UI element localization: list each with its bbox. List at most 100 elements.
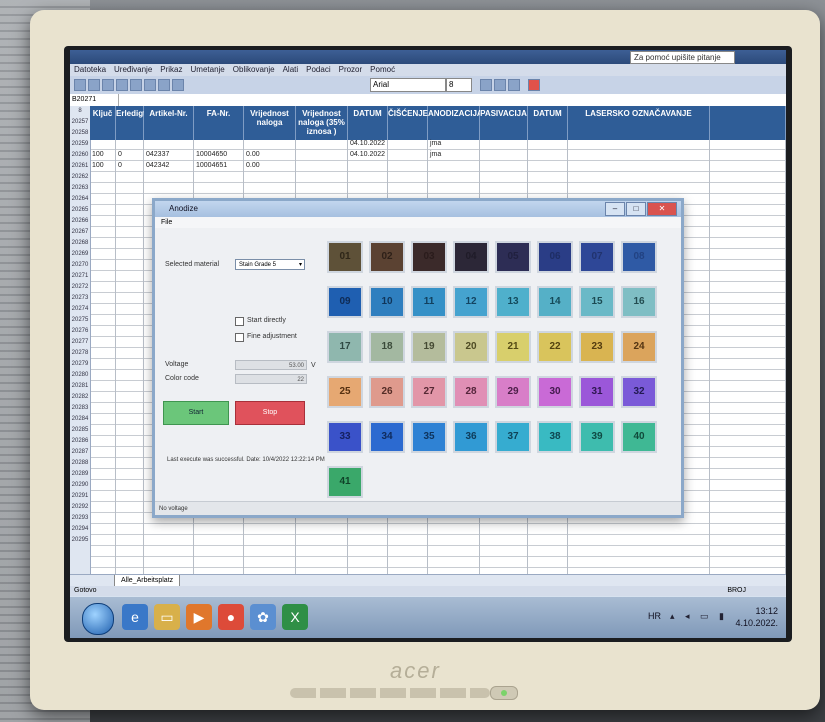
row-number[interactable]: 20267	[70, 227, 90, 238]
row-number[interactable]: 20264	[70, 194, 90, 205]
color-swatch[interactable]: 33	[327, 421, 363, 453]
underline-icon[interactable]	[508, 79, 520, 91]
color-swatch[interactable]: 15	[579, 286, 615, 318]
minimize-icon[interactable]: –	[605, 202, 625, 216]
row-number[interactable]: 20284	[70, 414, 90, 425]
color-swatch[interactable]: 11	[411, 286, 447, 318]
row-number[interactable]: 20280	[70, 370, 90, 381]
column-header[interactable]: Ključ	[90, 106, 116, 140]
column-header[interactable]: FA-Nr.	[194, 106, 244, 140]
table-cell[interactable]: 042337	[146, 151, 169, 158]
italic-icon[interactable]	[494, 79, 506, 91]
font-size-select[interactable]: 8	[446, 78, 472, 92]
fine-adjustment-checkbox[interactable]	[235, 333, 244, 342]
color-swatch[interactable]: 41	[327, 466, 363, 498]
row-number[interactable]: 20257	[70, 117, 90, 128]
color-swatch[interactable]: 20	[453, 331, 489, 363]
color-swatch[interactable]: 31	[579, 376, 615, 408]
menu-item[interactable]: Prozor	[339, 64, 363, 76]
material-select[interactable]: Stain Grade 5 ▾	[235, 259, 305, 270]
row-number[interactable]: 20291	[70, 491, 90, 502]
color-swatch[interactable]: 16	[621, 286, 657, 318]
paste-icon[interactable]	[172, 79, 184, 91]
table-cell[interactable]: 100	[92, 151, 104, 158]
row-number[interactable]: 20283	[70, 403, 90, 414]
menu-file[interactable]: File	[161, 219, 172, 226]
chrome-icon[interactable]: ●	[218, 604, 244, 630]
color-swatch[interactable]: 08	[621, 241, 657, 273]
row-number[interactable]: 20294	[70, 524, 90, 535]
column-header[interactable]: Artikel-Nr.	[144, 106, 194, 140]
row-number[interactable]: 20295	[70, 535, 90, 546]
menu-item[interactable]: Podaci	[306, 64, 330, 76]
color-swatch[interactable]: 36	[453, 421, 489, 453]
color-swatch[interactable]: 26	[369, 376, 405, 408]
color-swatch[interactable]: 35	[411, 421, 447, 453]
copy-icon[interactable]	[158, 79, 170, 91]
start-directly-checkbox[interactable]	[235, 317, 244, 326]
menu-item[interactable]: Umetanje	[191, 64, 225, 76]
row-number[interactable]: 20292	[70, 502, 90, 513]
language-indicator[interactable]: HR	[648, 611, 661, 621]
menu-item[interactable]: Uređivanje	[114, 64, 152, 76]
row-number[interactable]: 20274	[70, 304, 90, 315]
table-cell[interactable]: 0	[118, 151, 122, 158]
color-swatch[interactable]: 07	[579, 241, 615, 273]
color-swatch[interactable]: 23	[579, 331, 615, 363]
row-number[interactable]: 20259	[70, 139, 90, 150]
row-number[interactable]: 20277	[70, 337, 90, 348]
row-number[interactable]: 20275	[70, 315, 90, 326]
row-number[interactable]: 20266	[70, 216, 90, 227]
row-number[interactable]: 20270	[70, 260, 90, 271]
bold-icon[interactable]	[480, 79, 492, 91]
table-cell[interactable]: 0.00	[246, 162, 260, 169]
color-swatch[interactable]: 39	[579, 421, 615, 453]
table-cell[interactable]: 042342	[146, 162, 169, 169]
menu-item[interactable]: Pomoć	[370, 64, 395, 76]
column-header[interactable]: DATUM	[348, 106, 388, 140]
color-swatch[interactable]: 12	[453, 286, 489, 318]
table-cell[interactable]: 100	[92, 162, 104, 169]
explorer-icon[interactable]: ▭	[154, 604, 180, 630]
maximize-icon[interactable]: □	[626, 202, 646, 216]
tray-icons[interactable]: ▴ ◂ ▭ ▮	[670, 611, 728, 622]
ie-icon[interactable]: e	[122, 604, 148, 630]
color-swatch[interactable]: 18	[369, 331, 405, 363]
table-cell[interactable]: 0.00	[246, 151, 260, 158]
row-number[interactable]: 20268	[70, 238, 90, 249]
color-swatch[interactable]: 06	[537, 241, 573, 273]
menu-item[interactable]: Oblikovanje	[233, 64, 275, 76]
column-header[interactable]: ČIŠĆENJE	[388, 106, 428, 140]
start-button[interactable]	[82, 603, 114, 635]
column-header[interactable]: PASIVACIJA	[480, 106, 528, 140]
name-box[interactable]: B20271	[70, 94, 119, 106]
row-number[interactable]: 20289	[70, 469, 90, 480]
row-number[interactable]: 20265	[70, 205, 90, 216]
preview-icon[interactable]	[130, 79, 142, 91]
row-number[interactable]: 20281	[70, 381, 90, 392]
row-number[interactable]: 20271	[70, 271, 90, 282]
column-header[interactable]	[710, 106, 786, 140]
row-number[interactable]: 20278	[70, 348, 90, 359]
color-swatch[interactable]: 01	[327, 241, 363, 273]
row-number[interactable]: 20293	[70, 513, 90, 524]
row-number[interactable]: 20286	[70, 436, 90, 447]
row-number[interactable]: 20287	[70, 447, 90, 458]
color-swatch[interactable]: 38	[537, 421, 573, 453]
column-header[interactable]: DATUM	[528, 106, 568, 140]
table-cell[interactable]: 04.10.2022	[350, 151, 385, 158]
highlight-icon[interactable]	[528, 79, 540, 91]
row-number[interactable]: 20273	[70, 293, 90, 304]
color-swatch[interactable]: 10	[369, 286, 405, 318]
help-search-input[interactable]: Za pomoć upišite pitanje	[630, 51, 735, 64]
power-button[interactable]	[490, 686, 518, 700]
table-cell[interactable]: jma	[430, 140, 441, 147]
color-swatch[interactable]: 09	[327, 286, 363, 318]
row-number[interactable]: 20288	[70, 458, 90, 469]
cut-icon[interactable]	[144, 79, 156, 91]
color-swatch[interactable]: 40	[621, 421, 657, 453]
color-swatch[interactable]: 27	[411, 376, 447, 408]
table-cell[interactable]: 10004651	[196, 162, 227, 169]
column-header[interactable]: Erledigt	[116, 106, 146, 140]
close-icon[interactable]: ✕	[647, 202, 677, 216]
